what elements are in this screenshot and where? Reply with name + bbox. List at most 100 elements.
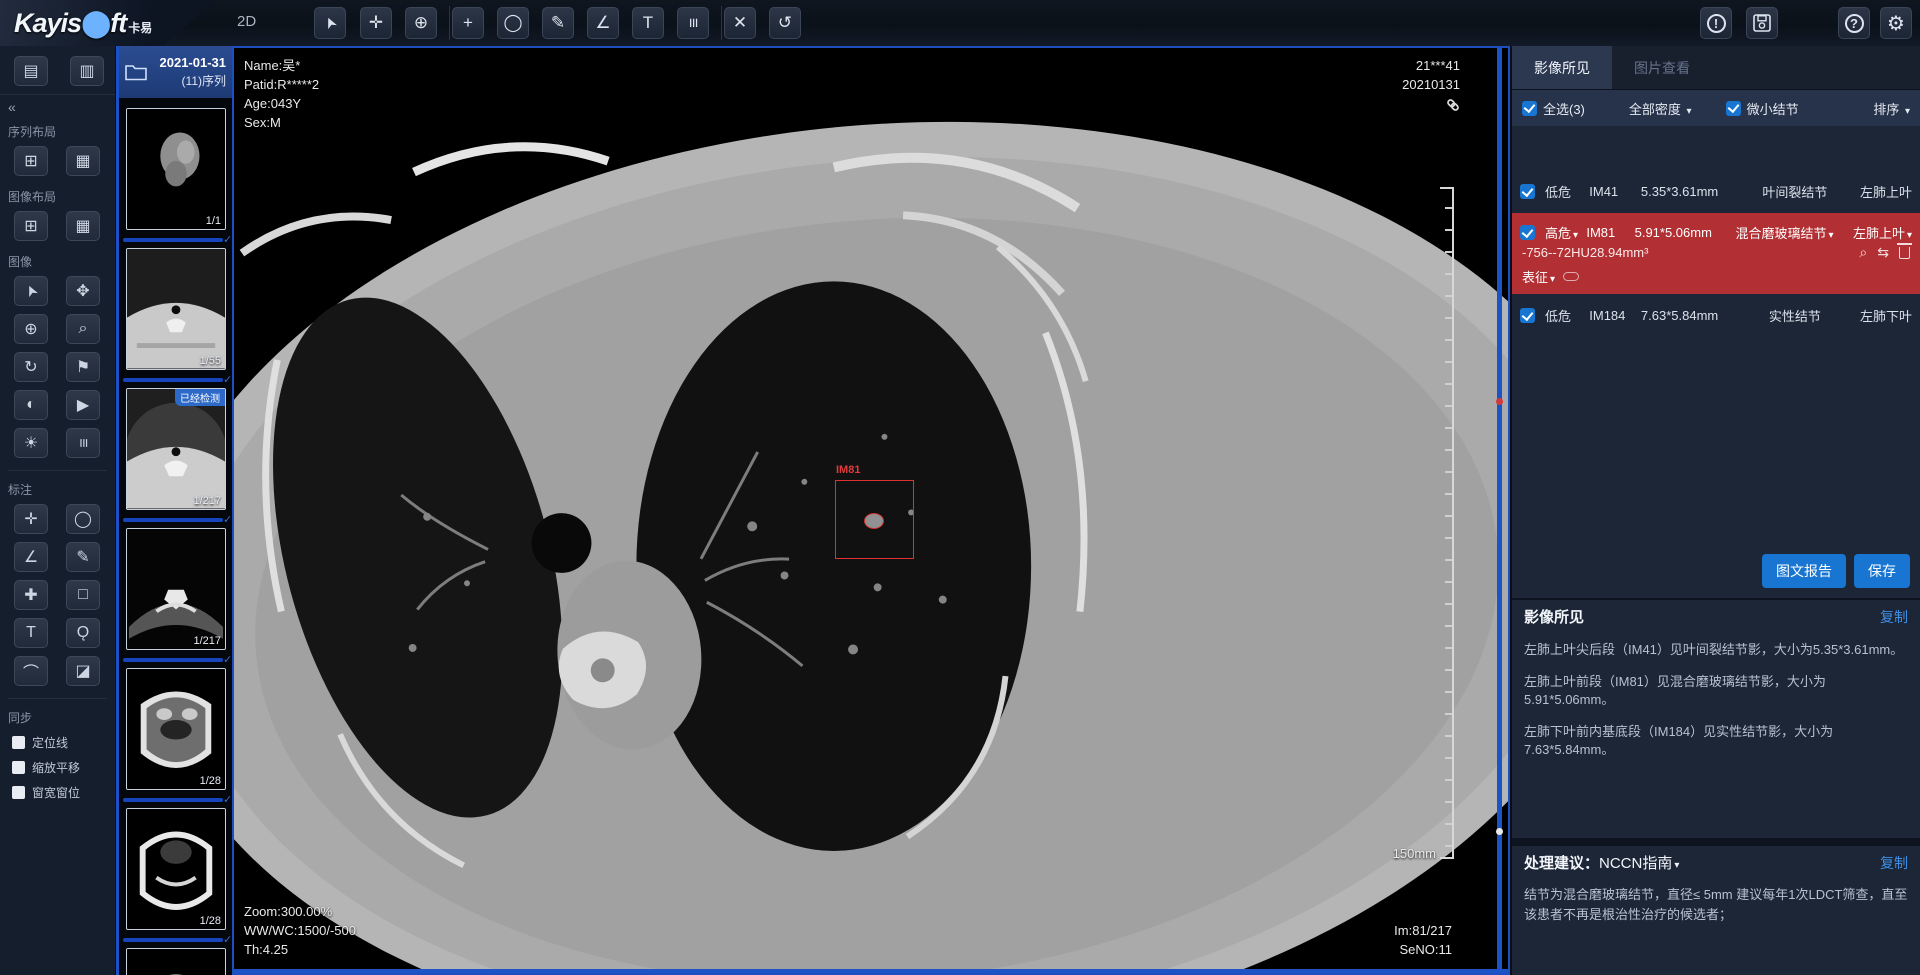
play-icon: ▶ [77, 395, 89, 415]
series-thumbnail[interactable] [126, 948, 226, 975]
measure-tool-button[interactable]: ✎ [542, 7, 574, 39]
guideline-dropdown[interactable]: NCCN指南▾ [1599, 852, 1679, 873]
image-tools-label: 图像 [0, 245, 115, 274]
feature-toggle[interactable] [1563, 272, 1579, 281]
series-thumbnail[interactable]: 1/217 [126, 528, 226, 650]
nodule-risk-dropdown[interactable]: 高危▾ [1545, 223, 1586, 242]
chevron-down-icon: ▾ [1907, 230, 1912, 241]
pan-tool-button[interactable]: ✛ [360, 7, 392, 39]
checkbox-unchecked[interactable] [12, 736, 25, 749]
panel-divider [1512, 598, 1920, 600]
tab-image-findings[interactable]: 影像所见 [1512, 46, 1612, 89]
checkbox-unchecked[interactable] [12, 786, 25, 799]
nodule-checkbox[interactable] [1520, 184, 1535, 199]
select-all-checkbox[interactable] [1522, 101, 1537, 116]
series-thumbnail[interactable]: 1/28 [126, 668, 226, 790]
nodule-location-dropdown[interactable]: 左肺上叶▾ [1845, 223, 1912, 242]
delete-annotation-button[interactable]: ✕ [724, 7, 756, 39]
flag-button[interactable]: ⚑ [66, 352, 100, 382]
series-layout-2x2-button[interactable]: ⊞ [14, 146, 48, 176]
select-tool-button[interactable]: ➤ [14, 276, 48, 306]
annotate-angle-button[interactable]: ∠ [14, 542, 48, 572]
nodule-row-selected[interactable]: 高危▾ IM81 5.91*5.06mm 混合磨玻璃结节▾ 左肺上叶▾ -756… [1512, 213, 1920, 294]
tab-image-view[interactable]: 图片查看 [1612, 46, 1712, 89]
slice-thickness: Th:4.25 [244, 940, 356, 959]
series-thumbnail-active[interactable]: 已经检测 1/217 [126, 388, 226, 510]
nodule-checkbox[interactable] [1520, 308, 1535, 323]
nodule-row[interactable]: 低危 IM184 7.63*5.84mm 实性结节 左肺下叶 [1512, 296, 1920, 335]
copy-findings-link[interactable]: 复制 [1880, 607, 1908, 627]
rotate-button[interactable]: ↻ [14, 352, 48, 382]
compare-icon[interactable]: ⇆ [1877, 244, 1889, 261]
help-button[interactable]: ? [1838, 7, 1870, 39]
zoom-in-button[interactable]: ⊕ [14, 314, 48, 344]
series-thumbnail[interactable]: 1/28 [126, 808, 226, 930]
ct-viewport[interactable]: IM81 Name:吴* Patid:R*****2 Age:043Y Sex:… [232, 46, 1510, 975]
invert-button[interactable]: ◐ [14, 390, 48, 420]
nodule-checkbox[interactable] [1520, 225, 1535, 240]
series-layout-group: ⊞ ▦ [0, 144, 115, 180]
window-level-tool-button[interactable]: ≡ [677, 7, 709, 39]
annotate-rect-button[interactable]: □ [66, 580, 100, 610]
nodule-annotation-box[interactable] [835, 480, 914, 559]
copy-suggestion-link[interactable]: 复制 [1880, 853, 1908, 873]
annotate-ruler-button[interactable]: ✎ [66, 542, 100, 572]
sync-localizer-option[interactable]: 定位线 [0, 730, 115, 755]
nodule-row[interactable]: 低危 IM41 5.35*3.61mm 叶间裂结节 左肺上叶 [1512, 172, 1920, 211]
text-tool-button[interactable]: T [632, 7, 664, 39]
slice-info-overlay: Im:81/217 SeNO:11 [1394, 921, 1452, 959]
collapse-sidebar-button[interactable]: « [0, 95, 115, 115]
sync-window-option[interactable]: 窗宽窗位 [0, 780, 115, 805]
annotate-cross-button[interactable]: ✚ [14, 580, 48, 610]
scrollbar-position-marker[interactable] [1496, 828, 1503, 835]
nodule-type-dropdown[interactable]: 混合磨玻璃结节▾ [1724, 223, 1845, 242]
sync-zoom-pan-option[interactable]: 缩放平移 [0, 755, 115, 780]
series-thumbnail[interactable]: 1/55 [126, 248, 226, 370]
checkbox-unchecked[interactable] [12, 761, 25, 774]
image-layout-2x2-button[interactable]: ⊞ [14, 211, 48, 241]
nodule-size: 7.63*5.84mm [1641, 308, 1737, 323]
annotate-text-button[interactable]: T [14, 618, 48, 648]
delete-nodule-icon[interactable] [1899, 247, 1910, 259]
select-tool-button[interactable]: ➤ [314, 7, 346, 39]
save-button[interactable]: 保存 [1854, 554, 1910, 588]
micro-nodule-checkbox[interactable] [1726, 101, 1741, 116]
brightness-button[interactable]: ☀ [14, 428, 48, 458]
locate-nodule-icon[interactable]: ⌕ [1859, 244, 1867, 261]
chevron-down-icon: ▾ [1674, 860, 1679, 871]
save-study-button[interactable] [1746, 7, 1778, 39]
ct-brain-image [127, 669, 225, 789]
series-thumbnail[interactable]: 1/1 [126, 108, 226, 230]
annotate-lasso-button[interactable]: Ǫ [66, 618, 100, 648]
annotate-move-button[interactable]: ✛ [14, 504, 48, 534]
window-level-button[interactable]: ≡ [66, 428, 100, 458]
study-header[interactable]: 2021-01-31 (11)序列 [119, 46, 232, 98]
magnify-button[interactable]: ⌕ [66, 314, 100, 344]
density-filter-dropdown[interactable]: 全部密度 ▾ [1629, 99, 1692, 118]
annotate-arch-button[interactable]: ⌒ [14, 656, 48, 686]
settings-button[interactable]: ⚙ [1880, 7, 1912, 39]
alert-button[interactable]: ! [1700, 7, 1732, 39]
worklist-button[interactable]: ▤ [14, 56, 48, 86]
annotate-ellipse-button[interactable]: ◯ [66, 504, 100, 534]
report-form-button[interactable]: ▥ [70, 56, 104, 86]
move-icon: ✛ [24, 509, 37, 529]
ellipse-tool-button[interactable]: ◯ [497, 7, 529, 39]
annotate-label: 标注 [0, 473, 115, 502]
link-icon[interactable] [1446, 98, 1460, 112]
angle-tool-button[interactable]: ∠ [587, 7, 619, 39]
eraser-icon: ◪ [75, 661, 90, 681]
zoom-tool-button[interactable]: ⊕ [405, 7, 437, 39]
reset-view-button[interactable]: ↺ [769, 7, 801, 39]
horizontal-scrollbar[interactable] [234, 969, 1508, 973]
sort-dropdown[interactable]: 排序 ▾ [1873, 99, 1910, 118]
crosshair-tool-button[interactable]: + [452, 7, 484, 39]
pan-tool-button[interactable]: ✥ [66, 276, 100, 306]
report-button[interactable]: 图文报告 [1762, 554, 1846, 588]
scrollbar-nodule-marker[interactable] [1496, 398, 1503, 405]
feature-dropdown[interactable]: 表征▾ [1522, 267, 1555, 286]
annotate-eraser-button[interactable]: ◪ [66, 656, 100, 686]
image-layout-grid-button[interactable]: ▦ [66, 211, 100, 241]
cine-play-button[interactable]: ▶ [66, 390, 100, 420]
series-layout-grid-button[interactable]: ▦ [66, 146, 100, 176]
